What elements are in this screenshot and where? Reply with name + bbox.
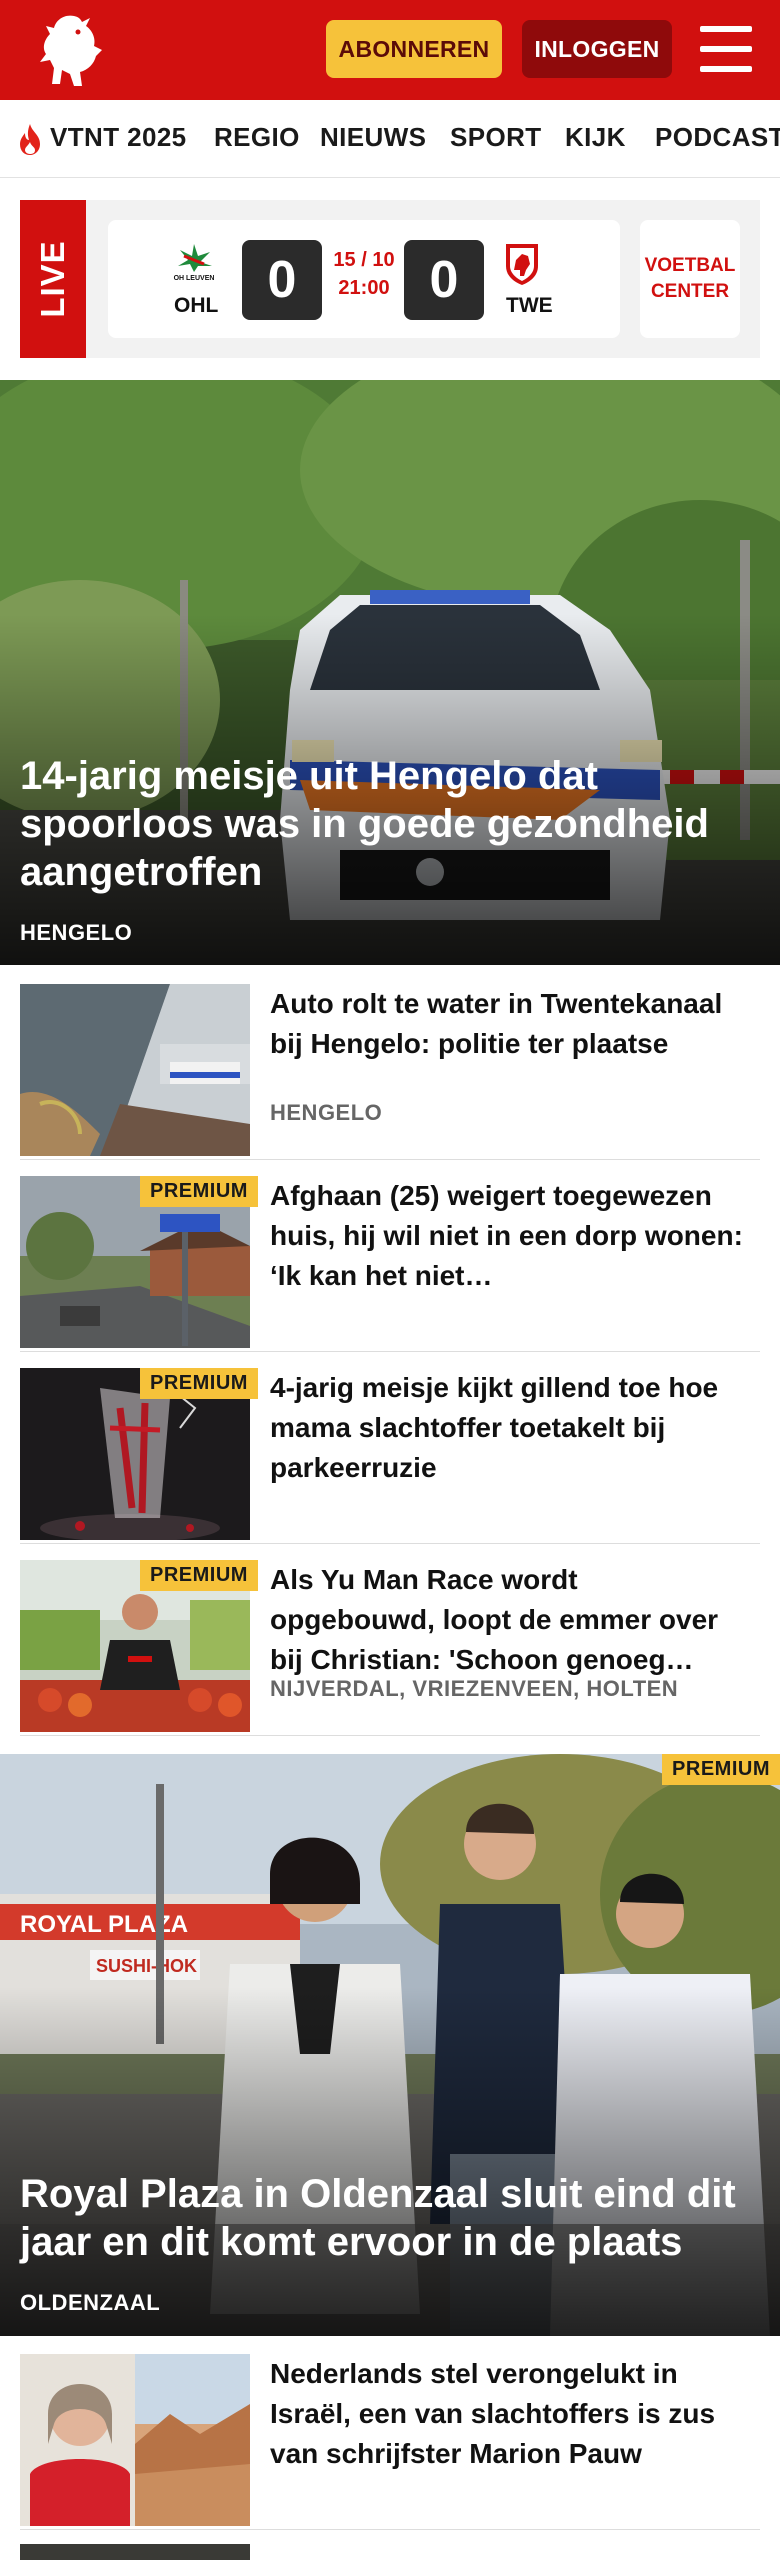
premium-badge: PREMIUM bbox=[662, 1754, 780, 1785]
nav-item-vtnt[interactable]: VTNT 2025 bbox=[50, 122, 187, 153]
nav-item-nieuws[interactable]: NIEUWS bbox=[320, 122, 426, 153]
login-button[interactable]: INLOGGEN bbox=[522, 20, 672, 78]
nav-item-kijk[interactable]: KIJK bbox=[565, 122, 626, 153]
article-title[interactable]: 4-jarig meisje kijkt gillend toe hoe mam… bbox=[270, 1368, 750, 1488]
match-card[interactable]: OH LEUVEN OHL 0 15 / 10 21:00 0 TWE bbox=[108, 220, 620, 338]
voetbal-center-button[interactable]: VOETBAL CENTER bbox=[640, 220, 740, 338]
list-item[interactable]: PREMIUM Als Yu Man Race wordt opgebouwd,… bbox=[20, 1544, 760, 1736]
home-team-name: OHL bbox=[174, 294, 219, 317]
premium-badge: PREMIUM bbox=[140, 1368, 258, 1399]
hero-article[interactable]: 14-jarig meisje uit Hengelo dat spoorloo… bbox=[0, 380, 780, 965]
live-tag: LIVE bbox=[20, 200, 86, 358]
home-score: 0 bbox=[242, 240, 322, 320]
fc-twente-logo-icon bbox=[506, 244, 538, 285]
nav-item-podcast[interactable]: PODCAST bbox=[655, 122, 780, 153]
ohl-logo-text: OH LEUVEN bbox=[174, 275, 215, 282]
match-time: 21:00 bbox=[338, 277, 390, 299]
nav-item-sport[interactable]: SPORT bbox=[450, 122, 542, 153]
sushi-sign: SUSHI-HOK bbox=[96, 1956, 197, 1976]
hero2-gradient bbox=[0, 1986, 780, 2336]
list-item-partial[interactable] bbox=[20, 2530, 760, 2560]
list-item[interactable]: PREMIUM Afghaan (25) weigert toegewezen … bbox=[20, 1160, 760, 1352]
thumbnail-woman-desert bbox=[20, 2354, 250, 2526]
article-title[interactable]: Als Yu Man Race wordt opgebouwd, loopt d… bbox=[270, 1560, 750, 1680]
match-datetime: 15 / 10 21:00 bbox=[326, 246, 402, 302]
voetbal-center-label-2: CENTER bbox=[650, 281, 730, 302]
hero-title[interactable]: 14-jarig meisje uit Hengelo dat spoorloo… bbox=[20, 752, 750, 896]
away-team-name: TWE bbox=[506, 294, 553, 317]
hero2-title[interactable]: Royal Plaza in Oldenzaal sluit eind dit … bbox=[20, 2170, 750, 2266]
hero-article-royal-plaza[interactable]: ROYAL PLAZA SUSHI-HOK PREMIUM Royal Plaz… bbox=[0, 1754, 780, 2336]
list-item[interactable]: Nederlands stel verongelukt in Israël, e… bbox=[20, 2338, 760, 2530]
hero2-location: OLDENZAAL bbox=[20, 2290, 161, 2315]
away-score: 0 bbox=[404, 240, 484, 320]
subscribe-button[interactable]: ABONNEREN bbox=[326, 20, 502, 78]
thumbnail-partial bbox=[20, 2544, 250, 2560]
thumbnail-car-in-canal bbox=[20, 984, 250, 1156]
flame-icon bbox=[20, 124, 40, 155]
voetbal-center-label-1: VOETBAL bbox=[644, 255, 736, 276]
list-item[interactable]: PREMIUM 4-jarig meisje kijkt gillend toe… bbox=[20, 1352, 760, 1544]
match-date: 15 / 10 bbox=[333, 249, 395, 271]
top-bar: ABONNEREN INLOGGEN bbox=[0, 0, 780, 100]
ohl-logo-icon: OH LEUVEN bbox=[174, 244, 215, 282]
premium-badge: PREMIUM bbox=[140, 1176, 258, 1207]
article-title[interactable]: Afghaan (25) weigert toegewezen huis, hi… bbox=[270, 1176, 750, 1296]
tubantia-horse-logo[interactable] bbox=[34, 10, 106, 90]
hamburger-menu-icon[interactable] bbox=[700, 26, 752, 72]
live-label: LIVE bbox=[34, 240, 71, 318]
nav-item-regio[interactable]: REGIO bbox=[214, 122, 300, 153]
article-title[interactable]: Nederlands stel verongelukt in Israël, e… bbox=[270, 2354, 750, 2474]
live-score-widget: LIVE OH LEUVEN OHL 0 15 / 10 21:00 0 TWE… bbox=[20, 200, 760, 358]
article-location: HENGELO bbox=[270, 1100, 383, 1125]
premium-badge: PREMIUM bbox=[140, 1560, 258, 1591]
article-title[interactable]: Auto rolt te water in Twentekanaal bij H… bbox=[270, 984, 750, 1064]
main-nav: VTNT 2025 REGIO NIEUWS SPORT KIJK PODCAS… bbox=[0, 100, 780, 178]
hero-location: HENGELO bbox=[20, 920, 133, 945]
list-item[interactable]: Auto rolt te water in Twentekanaal bij H… bbox=[20, 968, 760, 1160]
article-location: NIJVERDAL, VRIEZENVEEN, HOLTEN bbox=[270, 1676, 679, 1701]
